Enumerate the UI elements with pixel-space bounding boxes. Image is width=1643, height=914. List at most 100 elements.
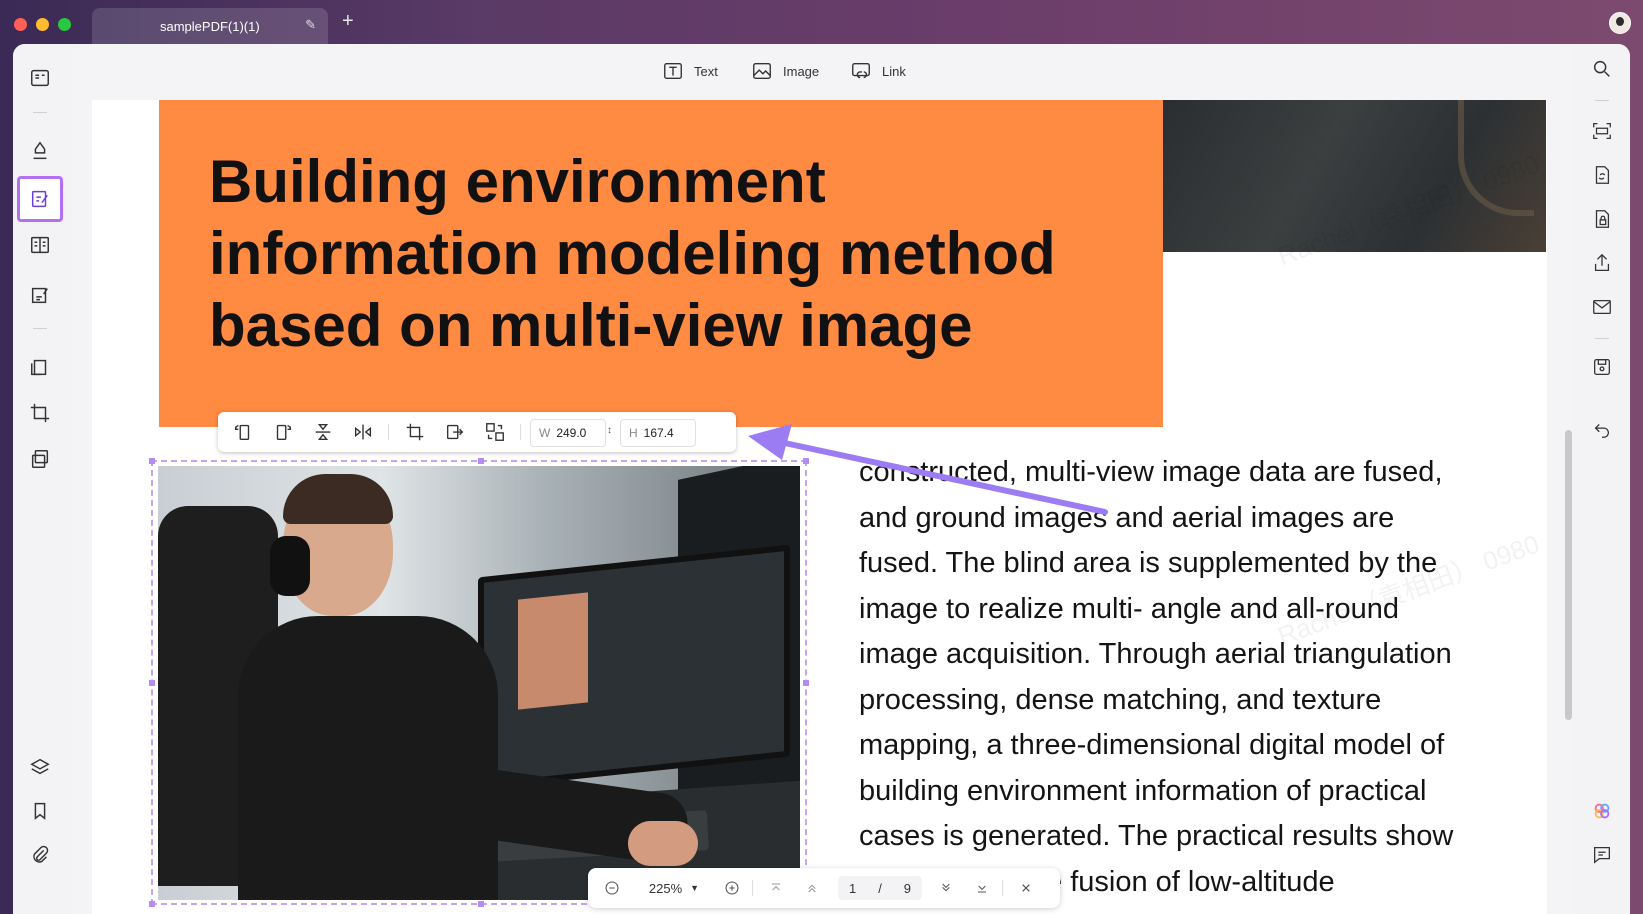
attachment-icon[interactable]: [25, 840, 55, 870]
zoom-in-icon[interactable]: [722, 878, 742, 898]
right-sidebar: [1574, 44, 1630, 914]
resize-handle-left[interactable]: [149, 680, 155, 686]
resize-handle-bottom-left[interactable]: [149, 901, 155, 907]
resize-handle-top-left[interactable]: [149, 458, 155, 464]
image-tool-icon: [753, 62, 771, 80]
width-label: W: [539, 426, 551, 440]
title-bar: samplePDF(1)(1) ✎ +: [0, 0, 1643, 44]
width-value[interactable]: 249.0: [556, 426, 586, 440]
first-page-icon[interactable]: [766, 878, 786, 898]
add-text-tool[interactable]: Text: [662, 58, 718, 84]
divider: [1595, 338, 1609, 339]
organize-pages-icon[interactable]: [25, 352, 55, 382]
avatar[interactable]: [1609, 12, 1631, 34]
text-tool-label: Text: [694, 63, 718, 79]
page-layout-icon[interactable]: [25, 230, 55, 260]
text-tool-icon: [664, 62, 682, 80]
email-icon[interactable]: [1587, 292, 1617, 322]
form-edit-icon[interactable]: [25, 280, 55, 310]
zoom-value: 225%: [648, 880, 683, 896]
add-link-tool[interactable]: Link: [850, 58, 906, 84]
comment-icon[interactable]: [1587, 840, 1617, 870]
link-tool-label: Link: [882, 63, 906, 79]
annotation-arrow-icon: [748, 424, 1108, 515]
undo-icon[interactable]: [1587, 414, 1617, 444]
page-separator: /: [878, 880, 882, 896]
zoom-out-icon[interactable]: [602, 878, 622, 898]
crop-icon[interactable]: [404, 421, 426, 443]
document-tab[interactable]: samplePDF(1)(1) ✎: [92, 8, 328, 44]
bookmark-icon[interactable]: [25, 796, 55, 826]
chevron-down-icon: ▼: [690, 883, 700, 893]
extract-image-icon[interactable]: [444, 421, 466, 443]
image-edit-toolbar: W 249.0 ↕ H 167.4: [218, 412, 736, 452]
body-line: image to realize multi- angle and all-ro…: [859, 592, 1400, 625]
crop-pages-icon[interactable]: [25, 398, 55, 428]
height-value[interactable]: 167.4: [644, 426, 674, 440]
lock-ratio-icon[interactable]: ↕: [607, 425, 612, 436]
replace-image-icon[interactable]: [484, 421, 506, 443]
flip-vertical-icon[interactable]: [312, 421, 334, 443]
maximize-window-button[interactable]: [58, 18, 71, 31]
divider: [1595, 100, 1609, 101]
highlighter-icon[interactable]: [25, 136, 55, 166]
resize-handle-top[interactable]: [478, 458, 484, 464]
combine-icon[interactable]: [25, 444, 55, 474]
ocr-icon[interactable]: [1587, 116, 1617, 146]
minimize-window-button[interactable]: [36, 18, 49, 31]
width-field[interactable]: W 249.0: [530, 419, 606, 447]
body-line: mapping, a three-dimensional digital mod…: [859, 729, 1445, 761]
convert-icon[interactable]: [1587, 160, 1617, 190]
flip-horizontal-icon[interactable]: [352, 421, 374, 443]
close-window-button[interactable]: [14, 18, 27, 31]
height-field[interactable]: H 167.4: [620, 419, 696, 447]
headline-line: based on multi-view image: [209, 292, 973, 359]
pencil-icon[interactable]: ✎: [305, 17, 316, 33]
interior-photo[interactable]: [1163, 100, 1546, 252]
headline-line: Building environment: [209, 148, 826, 215]
previous-page-icon[interactable]: [802, 878, 822, 898]
left-sidebar: [13, 44, 79, 914]
divider: [520, 424, 521, 440]
layers-icon[interactable]: [25, 752, 55, 782]
arch-shape: [1458, 100, 1534, 216]
current-page[interactable]: 1: [849, 881, 856, 896]
next-page-icon[interactable]: [936, 878, 956, 898]
rotate-left-icon[interactable]: [232, 421, 254, 443]
rotate-right-icon[interactable]: [272, 421, 294, 443]
edit-pdf-icon[interactable]: [17, 176, 63, 222]
vertical-scrollbar[interactable]: [1565, 430, 1572, 720]
save-icon[interactable]: [1587, 352, 1617, 382]
edit-toolbar: Text Image Link: [79, 44, 1574, 98]
page-navigation-bar: 225% ▼ 1 / 9: [588, 868, 1060, 908]
resize-handle-right[interactable]: [803, 680, 809, 686]
total-pages: 9: [903, 880, 912, 896]
search-icon[interactable]: [1587, 54, 1617, 84]
image-tool-label: Image: [783, 63, 820, 79]
add-image-tool[interactable]: Image: [751, 58, 819, 84]
protect-icon[interactable]: [1587, 204, 1617, 234]
divider: [33, 112, 47, 113]
zoom-select[interactable]: 225% ▼: [644, 878, 704, 898]
body-line: processing, dense matching, and texture: [859, 683, 1382, 716]
last-page-icon[interactable]: [972, 878, 992, 898]
link-tool-icon: [852, 62, 870, 79]
divider: [1002, 880, 1003, 896]
divider: [388, 424, 389, 440]
new-tab-button[interactable]: +: [342, 11, 354, 31]
divider: [752, 880, 753, 896]
ai-assistant-icon[interactable]: [1587, 796, 1617, 826]
resize-handle-bottom[interactable]: [478, 901, 484, 907]
share-icon[interactable]: [1587, 248, 1617, 278]
body-line: fused. The blind area is supplemented by…: [859, 547, 1438, 579]
height-label: H: [629, 426, 638, 440]
divider: [33, 328, 47, 329]
image-selection-box: [149, 458, 809, 907]
headline-banner[interactable]: Building environment information modelin…: [159, 100, 1163, 427]
body-line: cases is generated. The practical result…: [859, 820, 1454, 852]
page-number-field[interactable]: 1 / 9: [838, 876, 922, 900]
headline-line: information modeling method: [209, 220, 1056, 287]
headline-text[interactable]: Building environment information modelin…: [209, 146, 1109, 362]
reader-icon[interactable]: [25, 63, 55, 93]
close-icon[interactable]: [1016, 878, 1036, 898]
